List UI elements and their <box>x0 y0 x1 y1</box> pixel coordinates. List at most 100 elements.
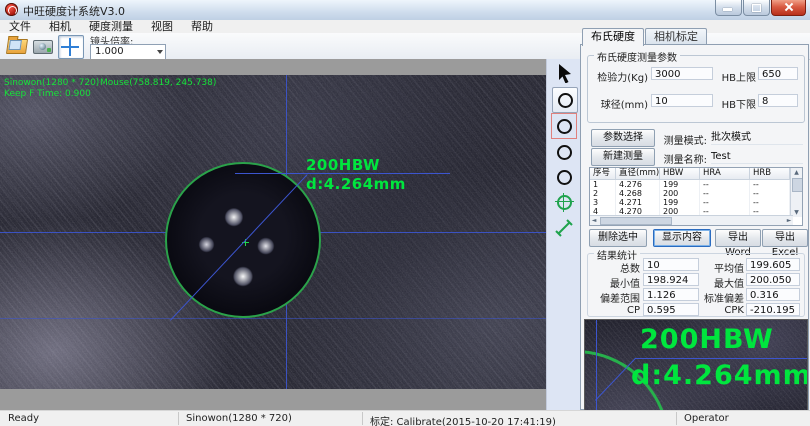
scroll-up-icon: ▲ <box>791 169 802 176</box>
chevron-down-icon <box>157 50 163 54</box>
cell: 4.271 <box>616 198 660 207</box>
menu-hardness-measure[interactable]: 硬度测量 <box>80 20 142 33</box>
ball-diameter-label: 球径(mm) <box>592 96 648 111</box>
cell: 200 <box>660 189 700 198</box>
export-excel-button[interactable]: 导出Excel <box>762 229 808 247</box>
settings-panel: 布氏硬度 相机标定 布氏硬度测量参数 检验力(Kg) 3000 HB上限 650… <box>580 28 810 410</box>
stat-range-value: 1.126 <box>643 288 699 301</box>
menu-help[interactable]: 帮助 <box>182 20 222 33</box>
circle-tool-2-button[interactable] <box>552 114 576 138</box>
table-row[interactable]: 2 4.268 200 -- -- <box>590 189 802 198</box>
folder-open-icon <box>6 39 28 54</box>
close-icon <box>784 2 794 12</box>
stat-label: 平均值 <box>696 260 744 275</box>
crosshair-toggle-button[interactable] <box>58 35 84 59</box>
tab-camera-calibration[interactable]: 相机标定 <box>645 28 707 45</box>
divider <box>178 412 179 425</box>
cell: 4.276 <box>616 180 660 189</box>
stat-max-value: 200.050 <box>746 273 800 286</box>
app-window: 中旺硬度计系统V3.0 文件 相机 硬度测量 视图 帮助 镜头倍率: 1.000 <box>0 0 810 426</box>
stat-label: 偏差范围 <box>588 290 640 305</box>
camera-resolution-overlay: Sinowon(1280 * 720) <box>4 78 99 88</box>
circle-tool-4-button[interactable] <box>552 165 576 189</box>
status-camera-info: Sinowon(1280 * 720) <box>186 413 292 424</box>
indent-zoom-preview[interactable]: 200HBW d:4.264mm <box>584 319 808 423</box>
menu-view[interactable]: 视图 <box>142 20 182 33</box>
results-table[interactable]: 序号 直径(mm) HBW HRA HRB 1 4.276 199 -- -- … <box>589 167 803 226</box>
scrollbar-thumb[interactable] <box>792 178 803 192</box>
measure-mode-value: 批次模式 <box>711 131 803 145</box>
table-header-row: 序号 直径(mm) HBW HRA HRB <box>590 168 802 180</box>
restore-icon <box>752 4 761 12</box>
stat-cpk-value: -210.195 <box>746 303 800 316</box>
preview-leader-line <box>635 358 808 359</box>
preview-hardness-text: 200HBW <box>640 324 774 355</box>
stat-label: CPK <box>696 305 744 316</box>
table-row[interactable]: 1 4.276 199 -- -- <box>590 180 802 189</box>
stat-label: 最小值 <box>588 275 640 290</box>
select-tool-button[interactable] <box>552 61 576 85</box>
table-row[interactable]: 3 4.271 199 -- -- <box>590 198 802 207</box>
status-calibration: 标定: Calibrate(2015-10-20 17:41:19) <box>370 413 556 426</box>
param-select-button[interactable]: 参数选择 <box>591 129 655 147</box>
cell: -- <box>750 198 790 207</box>
circle-crosshair-icon <box>557 195 572 210</box>
close-button[interactable] <box>771 0 806 16</box>
circle-tool-3-button[interactable] <box>552 140 576 164</box>
minimize-button[interactable] <box>715 0 742 16</box>
lens-zoom-select[interactable]: 1.000 <box>90 44 166 60</box>
divider <box>676 412 677 425</box>
cell: -- <box>700 180 750 189</box>
cell: -- <box>750 180 790 189</box>
menu-camera[interactable]: 相机 <box>40 20 80 33</box>
stat-min-value: 198.924 <box>643 273 699 286</box>
hb-lower-field[interactable]: 8 <box>758 94 798 107</box>
title-bar: 中旺硬度计系统V3.0 <box>0 0 810 21</box>
cell: 2 <box>590 189 616 198</box>
tab-brinell-hardness[interactable]: 布氏硬度 <box>582 28 644 46</box>
scrollbar-thumb[interactable] <box>600 217 672 225</box>
circle-tool-1-button[interactable] <box>552 87 578 113</box>
params-group-title: 布氏硬度测量参数 <box>594 49 680 64</box>
col-hbw: HBW <box>660 168 700 179</box>
document-icon <box>9 40 22 50</box>
table-horizontal-scrollbar[interactable]: ◄ ► <box>590 215 793 225</box>
window-title: 中旺硬度计系统V3.0 <box>23 3 125 19</box>
cell: -- <box>700 198 750 207</box>
angle-measure-icon <box>555 219 573 237</box>
capture-button[interactable] <box>31 35 55 57</box>
menu-file[interactable]: 文件 <box>0 20 40 33</box>
show-content-button[interactable]: 显示内容 <box>653 229 711 247</box>
camera-icon <box>33 40 53 54</box>
cell: 1 <box>590 180 616 189</box>
circle-measure-icon <box>557 145 572 160</box>
app-icon <box>5 3 18 16</box>
restore-button[interactable] <box>743 0 770 16</box>
hb-upper-label: HB上限 <box>718 69 756 84</box>
open-file-button[interactable] <box>5 35 29 57</box>
test-force-field[interactable]: 3000 <box>651 67 713 80</box>
hb-lower-label: HB下限 <box>718 96 756 111</box>
angle-tool-button[interactable] <box>552 216 576 240</box>
table-vertical-scrollbar[interactable]: ▲ ▼ <box>790 168 802 217</box>
params-group: 布氏硬度测量参数 检验力(Kg) 3000 HB上限 650 球径(mm) 10… <box>587 55 805 123</box>
cell: -- <box>750 189 790 198</box>
camera-live-view[interactable]: Sinowon(1280 * 720) Mouse(758.819, 245.7… <box>0 75 546 389</box>
stat-total-value: 10 <box>643 258 699 271</box>
panel-tabs: 布氏硬度 相机标定 <box>582 28 708 45</box>
circle-measure-icon <box>557 170 572 185</box>
auto-circle-tool-button[interactable] <box>552 190 576 214</box>
cell: -- <box>700 189 750 198</box>
hb-upper-field[interactable]: 650 <box>758 67 798 80</box>
divider <box>362 412 363 425</box>
stat-stddev-value: 0.316 <box>746 288 800 301</box>
delete-selected-button[interactable]: 删除选中 <box>589 229 647 247</box>
measure-name-field[interactable]: Test <box>711 150 803 164</box>
crosshair-icon <box>61 38 79 56</box>
scroll-left-icon: ◄ <box>590 217 598 224</box>
ball-diameter-field[interactable]: 10 <box>651 94 713 107</box>
stat-mean-value: 199.605 <box>746 258 800 271</box>
stat-label: CP <box>588 305 640 316</box>
new-measure-button[interactable]: 新建测量 <box>591 148 655 166</box>
export-word-button[interactable]: 导出Word <box>715 229 761 247</box>
